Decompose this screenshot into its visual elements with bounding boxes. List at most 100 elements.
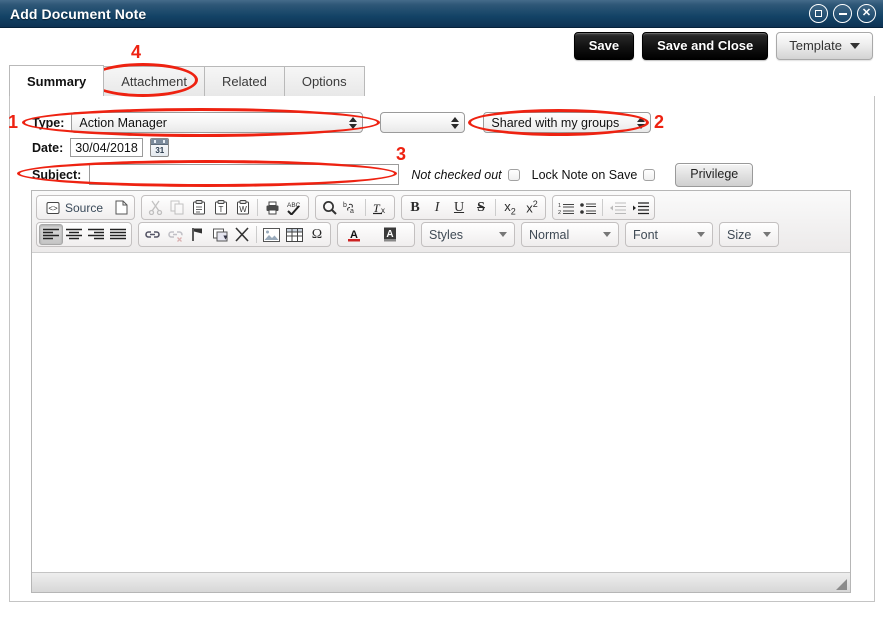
find-icon[interactable] (318, 197, 340, 218)
format-select-label: Normal (529, 227, 570, 242)
type-label: Type: (32, 115, 65, 130)
minimize-button[interactable] (833, 4, 852, 23)
resize-grip-handle[interactable] (836, 579, 847, 590)
tab-summary[interactable]: Summary (9, 65, 105, 96)
subscript-icon[interactable]: x2 (499, 197, 521, 218)
subject-input[interactable] (89, 164, 400, 186)
chevron-down-icon (499, 232, 507, 237)
annotation-number-1: 1 (8, 112, 19, 132)
table-icon[interactable] (283, 224, 306, 245)
text-color-icon[interactable]: A (340, 224, 376, 245)
editor-toolbar-row-2: ▼ Ω A A Styles Normal Font Size (36, 221, 846, 248)
editor-toolbar-row-1: <> Source T W ABC b a T x B I U S x2 x2 … (36, 194, 846, 221)
type-select[interactable]: Action Manager (71, 112, 364, 133)
window-controls: ✕ (809, 4, 876, 23)
underline-icon[interactable]: U (448, 197, 470, 218)
chevron-down-icon (763, 232, 771, 237)
special-character-label: Ω (311, 226, 323, 242)
date-row: Date: 31 (32, 138, 170, 157)
paragraph-list-group: 12 (552, 195, 656, 220)
background-color-icon[interactable]: A (376, 224, 412, 245)
not-checked-out-field: Not checked out (411, 168, 520, 182)
align-left-icon[interactable] (39, 224, 63, 245)
strikethrough-icon[interactable]: S (470, 197, 492, 218)
paste-as-plain-text-icon[interactable]: T (210, 197, 232, 218)
copy-icon[interactable] (166, 197, 188, 218)
new-page-icon[interactable] (110, 197, 132, 218)
type-secondary-select[interactable] (380, 112, 466, 133)
spell-check-icon[interactable]: ABC (283, 197, 306, 218)
format-select[interactable]: Normal (521, 222, 619, 247)
save-and-close-button[interactable]: Save and Close (642, 32, 769, 60)
close-button[interactable]: ✕ (857, 4, 876, 23)
bulleted-list-icon[interactable] (577, 197, 599, 218)
privilege-button[interactable]: Privilege (675, 163, 754, 187)
source-button[interactable]: <> Source (39, 197, 110, 218)
date-label: Date: (32, 140, 64, 155)
outdent-icon[interactable] (606, 197, 629, 218)
paste-from-word-icon[interactable]: W (232, 197, 254, 218)
toolbar-separator (365, 199, 367, 216)
lock-note-checkbox[interactable] (643, 168, 656, 181)
special-character-icon[interactable]: Ω (306, 224, 328, 245)
tab-related[interactable]: Related (205, 66, 285, 96)
alignment-group (36, 222, 132, 247)
rich-text-editor: <> Source T W ABC b a T x B I U S x2 x2 … (31, 190, 851, 593)
svg-text:1: 1 (558, 203, 561, 209)
template-button[interactable]: Template (776, 32, 873, 60)
styles-select-label: Styles (429, 227, 464, 242)
anchor-icon[interactable] (187, 224, 209, 245)
tab-attachment[interactable]: Attachment (104, 66, 206, 96)
justify-icon[interactable] (107, 224, 129, 245)
svg-text:ABC: ABC (287, 202, 301, 209)
editor-body[interactable] (32, 253, 850, 572)
editor-toolbar: <> Source T W ABC b a T x B I U S x2 x2 … (32, 191, 850, 253)
document-group: <> Source (36, 195, 136, 220)
image-icon[interactable] (260, 224, 283, 245)
maximize-button[interactable] (809, 4, 828, 23)
print-icon[interactable] (261, 197, 283, 218)
save-button[interactable]: Save (573, 32, 635, 60)
templates-icon[interactable] (231, 224, 253, 245)
insert-group: ▼ Ω (138, 222, 331, 247)
replace-icon[interactable]: ba (340, 197, 362, 218)
superscript-icon[interactable]: x2 (521, 197, 543, 218)
numbered-list-icon[interactable]: 12 (555, 197, 577, 218)
indent-icon[interactable] (629, 197, 652, 218)
unlink-icon[interactable] (164, 224, 187, 245)
align-center-icon[interactable] (63, 224, 85, 245)
svg-text:A: A (386, 229, 393, 240)
calendar-icon[interactable]: 31 (150, 138, 170, 157)
chevron-down-icon (850, 42, 860, 49)
svg-text:b: b (343, 202, 347, 209)
link-icon[interactable] (141, 224, 164, 245)
align-right-icon[interactable] (85, 224, 107, 245)
sharing-select[interactable]: Shared with my groups (483, 112, 652, 133)
date-input[interactable] (70, 138, 144, 157)
toolbar-separator (256, 226, 257, 243)
not-checked-out-checkbox[interactable] (507, 168, 520, 181)
tab-options[interactable]: Options (284, 66, 365, 96)
clipboard-group: T W ABC (141, 195, 310, 220)
italic-icon[interactable]: I (426, 197, 448, 218)
font-select[interactable]: Font (625, 222, 713, 247)
svg-text:T: T (219, 205, 224, 214)
stepper-arrows-icon (451, 116, 460, 129)
window-title: Add Document Note (10, 6, 147, 22)
iframe-icon[interactable]: ▼ (209, 224, 231, 245)
stepper-arrows-icon (349, 116, 358, 129)
svg-text:W: W (239, 205, 247, 214)
chevron-down-icon (603, 232, 611, 237)
paste-icon[interactable] (188, 197, 210, 218)
svg-text:▼: ▼ (222, 235, 228, 242)
size-select[interactable]: Size (719, 222, 779, 247)
styles-select[interactable]: Styles (421, 222, 515, 247)
toolbar-separator (495, 199, 497, 216)
annotation-number-3: 3 (396, 144, 407, 164)
cut-icon[interactable] (144, 197, 166, 218)
bold-icon[interactable]: B (404, 197, 426, 218)
window-title-bar: Add Document Note ✕ (0, 0, 883, 28)
remove-format-icon[interactable]: Tx (369, 197, 392, 218)
colors-group: A A (337, 222, 415, 247)
type-row: Type: Action Manager Shared with my grou… (32, 112, 652, 133)
